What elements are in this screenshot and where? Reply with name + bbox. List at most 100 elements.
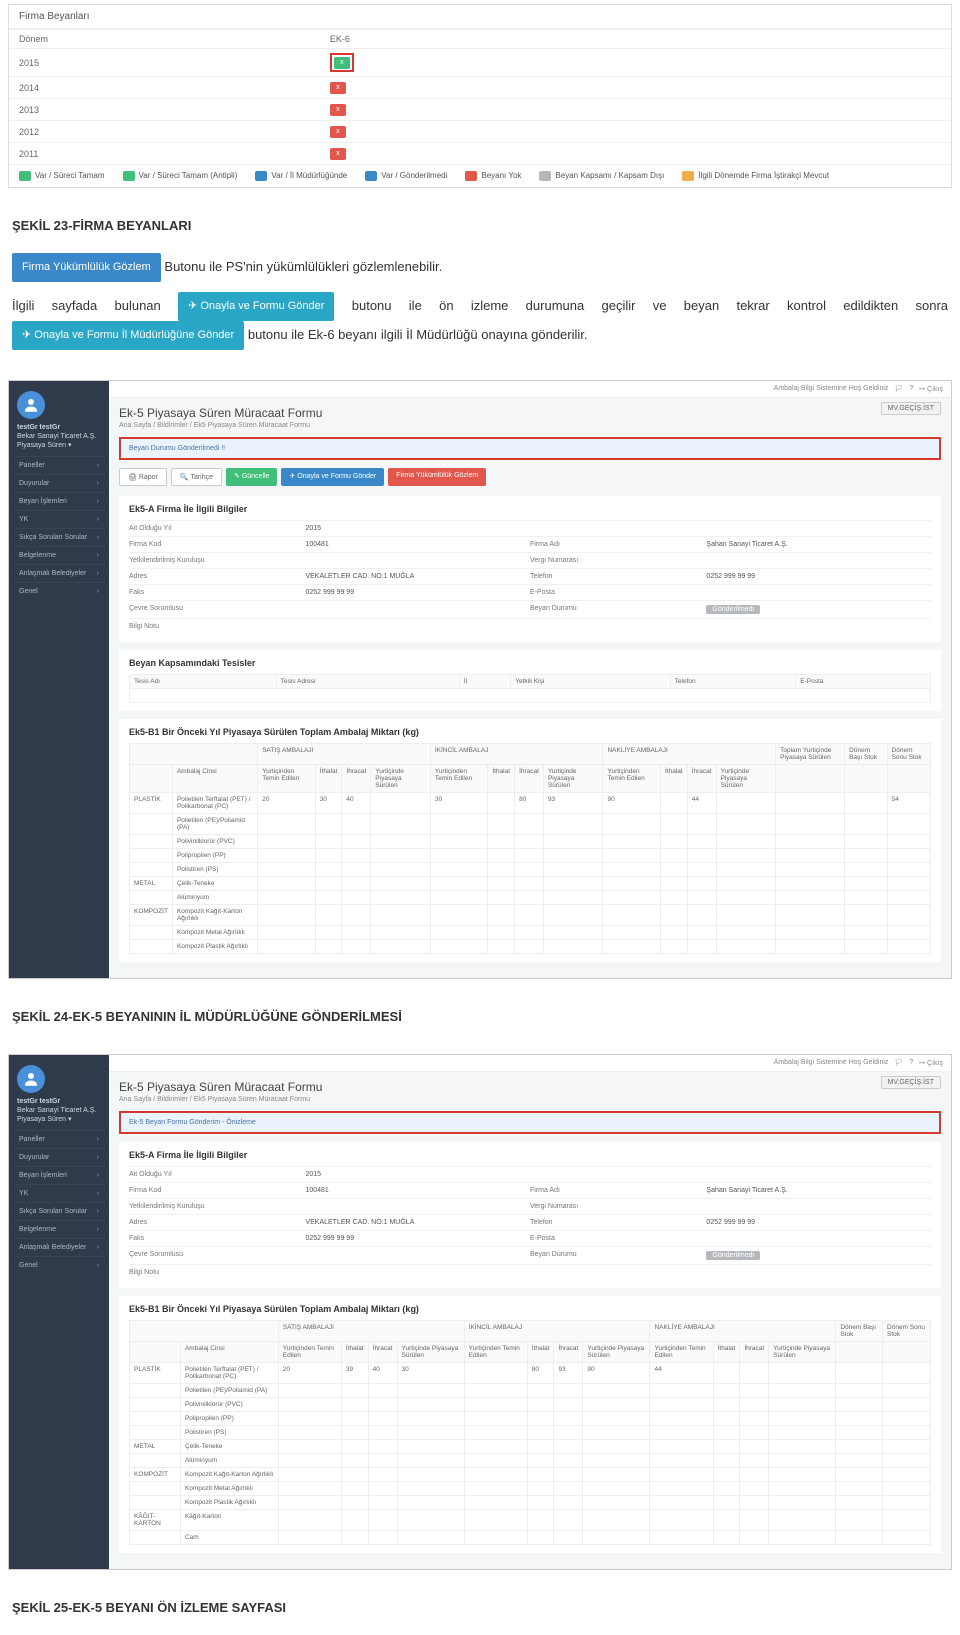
mv-gecis-button[interactable]: MV.GEÇİŞ.İST: [881, 402, 941, 415]
year-cell: 2012: [9, 121, 320, 143]
year-cell: 2013: [9, 99, 320, 121]
avatar[interactable]: [17, 1065, 45, 1093]
year-cell: 2011: [9, 143, 320, 165]
toolbar-button[interactable]: 🔍 Tarihçe: [171, 468, 222, 486]
highlight-box: x: [330, 53, 354, 72]
legend-item: Var / Süreci Tamam (Antipli): [123, 171, 238, 181]
status-cell: x: [320, 143, 951, 165]
table-row: Kompozit Plastik Ağırlıklı: [130, 939, 931, 953]
kv-row: Yetkilendirilmiş KuruluşuVergi Numarası: [129, 1198, 931, 1214]
kv-row: AdresVEKALETLER CAD. NO:1 MUĞLATelefon02…: [129, 1214, 931, 1230]
top-bar: Ambalaj Bilgi Sistemine Hoş Geldiniz 🏳 ?…: [109, 1055, 951, 1072]
exit-link[interactable]: ↦ Çıkış: [919, 1059, 943, 1067]
kv-row: Bilgi Notu: [129, 618, 931, 634]
legend-swatch: [123, 171, 135, 181]
firma-yukumluluk-gozlem-button[interactable]: Firma Yükümlülük Gözlem: [12, 253, 161, 282]
user-name: testGr testGr Bekar Sanayi Ticaret A.Ş. …: [17, 1097, 101, 1124]
user-name: testGr testGr Bekar Sanayi Ticaret A.Ş. …: [17, 423, 101, 450]
kv-row: Ait Olduğu Yıl2015: [129, 520, 931, 536]
sidebar-item[interactable]: Genel›: [13, 1256, 105, 1274]
sidebar-item[interactable]: Sıkça Sorulan Sorular›: [13, 528, 105, 546]
status-pill[interactable]: x: [334, 57, 350, 69]
legend-row: Var / Süreci Tamam Var / Süreci Tamam (An…: [9, 164, 951, 187]
section-b1-title: Ek5-B1 Bir Önceki Yıl Piyasaya Sürülen T…: [129, 727, 931, 737]
kv-row: Firma Kod100481Firma AdıŞahan Sanayi Tic…: [129, 1182, 931, 1198]
exit-link[interactable]: ↦ Çıkış: [919, 385, 943, 393]
status-cell: x: [320, 99, 951, 121]
table-row: KÂĞIT-KARTONKâğıt-Karton: [130, 1509, 931, 1530]
kv-row: Çevre SorumlusuBeyan DurumuGönderilmedi: [129, 1246, 931, 1264]
kv-row: Ait Olduğu Yıl2015: [129, 1166, 931, 1182]
sidebar-item[interactable]: Genel›: [13, 582, 105, 600]
status-cell: x: [320, 49, 951, 77]
section-a-title: Ek5-A Firma İle İlgili Bilgiler: [129, 504, 931, 514]
flag-icon[interactable]: 🏳: [894, 385, 903, 393]
legend-swatch: [465, 171, 477, 181]
table-row: KOMPOZİTKompozit Kağıt-Karton Ağırlıklı: [130, 904, 931, 925]
sidebar-item[interactable]: Beyan İşlemleri›: [13, 492, 105, 510]
kv-row: Faks0252 999 99 99E-Posta: [129, 584, 931, 600]
legend-item: Beyanı Yok: [465, 171, 521, 181]
mv-gecis-button[interactable]: MV.GEÇİŞ.İST: [881, 1076, 941, 1089]
year-cell: 2014: [9, 77, 320, 99]
table-row: Alüminyum: [130, 1453, 931, 1467]
page-title: Ek-5 Piyasaya Süren Müracaat Formu: [119, 406, 941, 420]
sidebar-item[interactable]: YK›: [13, 1184, 105, 1202]
legend-swatch: [255, 171, 267, 181]
sidebar-item[interactable]: Duyurular›: [13, 474, 105, 492]
status-pill[interactable]: x: [330, 104, 346, 116]
section-b1-card: Ek5-B1 Bir Önceki Yıl Piyasaya Sürülen T…: [119, 719, 941, 962]
legend-item: Var / İl Müdürlüğünde: [255, 171, 347, 181]
sidebar-item[interactable]: Belgelenme›: [13, 1220, 105, 1238]
table-row: Polistiren (PS): [130, 1425, 931, 1439]
breadcrumb: Ana Sayfa / Bildirimler / Ek5 Piyasaya S…: [119, 1096, 941, 1103]
year-cell: 2015: [9, 49, 320, 77]
table-row: Polivinilklorür (PVC): [130, 1397, 931, 1411]
toolbar-button[interactable]: ✎ Güncelle: [226, 468, 277, 486]
onayla-formu-gonder-button[interactable]: ✈ Onayla ve Formu Gönder: [178, 292, 334, 321]
toolbar-button[interactable]: Firma Yükümlülük Gözlem: [388, 468, 486, 486]
status-pill[interactable]: x: [330, 126, 346, 138]
table-row: Cam: [130, 1530, 931, 1544]
table-row: Polipropilen (PP): [130, 1411, 931, 1425]
year-table: Dönem EK-6 2015x2014x2013x2012x2011x: [9, 29, 951, 164]
sidebar-item[interactable]: Anlaşmalı Belediyeler›: [13, 1238, 105, 1256]
sidebar-item[interactable]: Paneller›: [13, 1130, 105, 1148]
status-alert: Beyan Durumu Gönderilmedi !!: [119, 437, 941, 460]
table-row: METALÇelik-Teneke: [130, 876, 931, 890]
table-row: PLASTİKPolietilen Terftalat (PET) / Poli…: [130, 792, 931, 813]
onayla-il-mudurlugu-button[interactable]: ✈ Onayla ve Formu İl Müdürlüğüne Gönder: [12, 321, 244, 350]
b1-table: SATIŞ AMBALAJIİKİNCİL AMBALAJNAKLİYE AMB…: [129, 1320, 931, 1545]
status-badge: Gönderilmedi: [706, 605, 760, 614]
section-b1-title: Ek5-B1 Bir Önceki Yıl Piyasaya Sürülen T…: [129, 1304, 931, 1314]
sidebar-item[interactable]: Sıkça Sorulan Sorular›: [13, 1202, 105, 1220]
sidebar: testGr testGr Bekar Sanayi Ticaret A.Ş. …: [9, 1055, 109, 1569]
user-icon: [22, 1070, 40, 1088]
legend-swatch: [682, 171, 694, 181]
sidebar-item[interactable]: Belgelenme›: [13, 546, 105, 564]
section-b1-card: Ek5-B1 Bir Önceki Yıl Piyasaya Sürülen T…: [119, 1296, 941, 1553]
main-area: Ambalaj Bilgi Sistemine Hoş Geldiniz 🏳 ?…: [109, 1055, 951, 1569]
tesisler-title: Beyan Kapsamındaki Tesisler: [129, 658, 931, 668]
sidebar-item[interactable]: Beyan İşlemleri›: [13, 1166, 105, 1184]
sidebar-item[interactable]: Duyurular›: [13, 1148, 105, 1166]
screenshot-24: testGr testGr Bekar Sanayi Ticaret A.Ş. …: [8, 380, 952, 979]
avatar[interactable]: [17, 391, 45, 419]
page-title: Ek-5 Piyasaya Süren Müracaat Formu: [119, 1080, 941, 1094]
status-pill[interactable]: x: [330, 82, 346, 94]
table-row: Polipropilen (PP): [130, 848, 931, 862]
legend-item: Var / Süreci Tamam: [19, 171, 105, 181]
sidebar-item[interactable]: YK›: [13, 510, 105, 528]
status-pill[interactable]: x: [330, 148, 346, 160]
status-cell: x: [320, 121, 951, 143]
table-row: Polistiren (PS): [130, 862, 931, 876]
toolbar-button[interactable]: ✈ Onayla ve Formu Gönder: [281, 468, 384, 486]
user-icon: [22, 396, 40, 414]
sidebar-item[interactable]: Anlaşmalı Belediyeler›: [13, 564, 105, 582]
toolbar-button[interactable]: 🖨 Rapor: [119, 468, 167, 486]
sidebar-item[interactable]: Paneller›: [13, 456, 105, 474]
status-badge: Gönderilmedi: [706, 1251, 760, 1260]
flag-icon[interactable]: 🏳: [894, 1059, 903, 1067]
section-a-card: Ek5-A Firma İle İlgili Bilgiler Ait Oldu…: [119, 496, 941, 642]
legend-item: İlgili Dönemde Firma İştirakçi Mevcut: [682, 171, 829, 181]
